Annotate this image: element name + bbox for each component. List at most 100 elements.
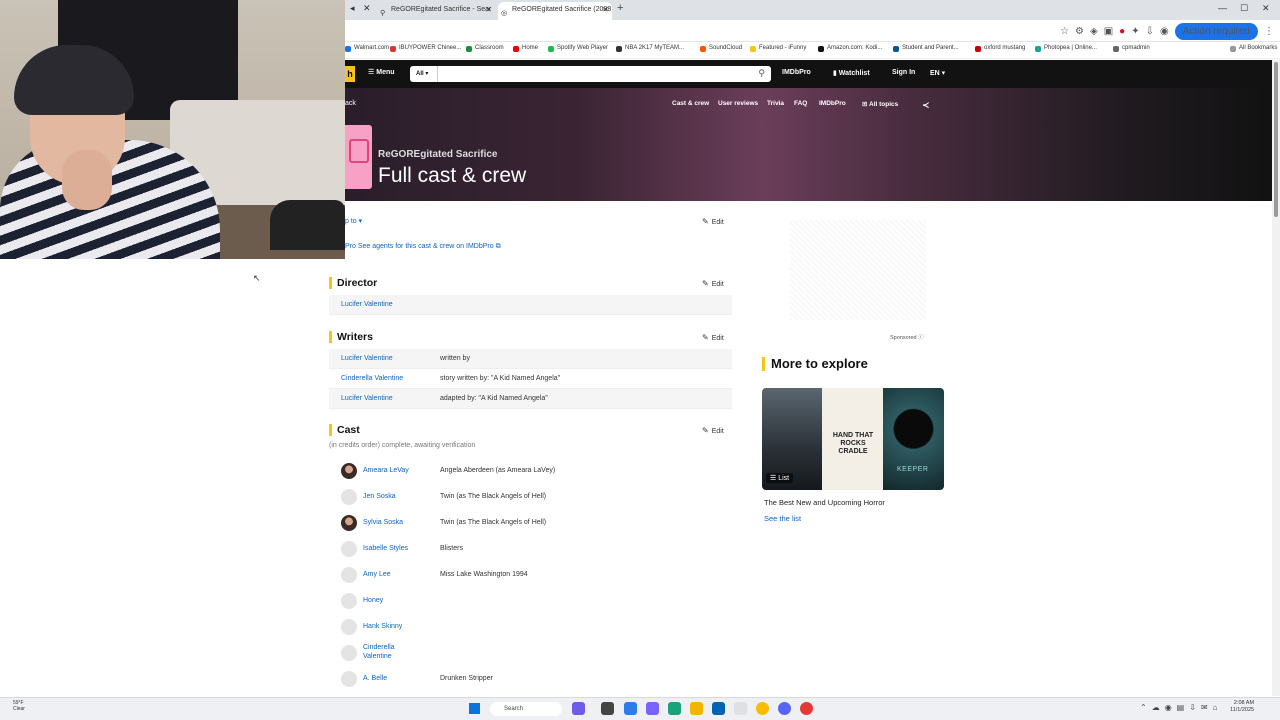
search-input[interactable]: All ▾ ⚲ bbox=[410, 66, 771, 82]
explore-caption[interactable]: The Best New and Upcoming Horror bbox=[764, 498, 885, 507]
language-select[interactable]: EN ▾ bbox=[930, 69, 945, 77]
pinterest-icon[interactable]: ● bbox=[1119, 26, 1125, 37]
cast-name-link[interactable]: Hank Skinny bbox=[363, 623, 402, 630]
cast-avatar[interactable] bbox=[341, 463, 357, 479]
bookmark-item[interactable]: Photopea | Online... bbox=[1035, 45, 1097, 52]
cast-name-link[interactable]: Sylvia Soska bbox=[363, 519, 403, 526]
subnav-trivia[interactable]: Trivia bbox=[767, 100, 784, 107]
bookmark-item[interactable]: Home bbox=[513, 45, 538, 52]
back-link[interactable]: ack bbox=[345, 100, 356, 107]
subnav-cast-crew[interactable]: Cast & crew bbox=[672, 100, 709, 107]
jump-to-select[interactable]: p to ▾ bbox=[345, 217, 362, 225]
cast-avatar[interactable] bbox=[341, 593, 357, 609]
subnav-faq[interactable]: FAQ bbox=[794, 100, 807, 107]
bookmark-item[interactable]: Spotify Web Player bbox=[548, 45, 608, 52]
cast-name-link[interactable]: Honey bbox=[363, 597, 383, 604]
action-required-button[interactable]: Action required bbox=[1174, 23, 1258, 40]
extension-icon[interactable]: ⚙ bbox=[1075, 26, 1084, 37]
share-icon[interactable]: ≺ bbox=[922, 100, 930, 111]
bookmark-item[interactable]: SoundCloud bbox=[700, 45, 742, 52]
sign-in-link[interactable]: Sign In bbox=[892, 69, 915, 76]
cast-avatar[interactable] bbox=[341, 489, 357, 505]
watchlist-button[interactable]: ▮ Watchlist bbox=[833, 69, 870, 77]
app-icon[interactable] bbox=[624, 702, 637, 715]
app-icon[interactable] bbox=[646, 702, 659, 715]
extensions-icon[interactable]: ✦ bbox=[1131, 26, 1139, 37]
shield-icon[interactable]: ◈ bbox=[1090, 26, 1098, 37]
subnav-imdbpro[interactable]: IMDbPro bbox=[819, 100, 846, 107]
tab-search-icon[interactable]: ◂ bbox=[350, 3, 355, 14]
app-icon[interactable] bbox=[712, 702, 725, 715]
subnav-user-reviews[interactable]: User reviews bbox=[718, 100, 758, 107]
bookmark-item[interactable]: Featured - iFunny bbox=[750, 45, 806, 52]
cast-avatar[interactable] bbox=[341, 515, 357, 531]
ad-placeholder[interactable] bbox=[790, 220, 926, 320]
movie-title-link[interactable]: ReGOREgitated Sacrifice bbox=[378, 149, 497, 160]
writer-name-link[interactable]: Cinderella Valentine bbox=[341, 375, 403, 382]
see-the-list-link[interactable]: See the list bbox=[764, 514, 801, 523]
windows-start-icon[interactable] bbox=[469, 703, 480, 714]
app-icon[interactable] bbox=[601, 702, 614, 715]
download-icon[interactable]: ⇩ bbox=[1146, 26, 1154, 37]
movie-poster[interactable] bbox=[345, 125, 372, 189]
puzzle-icon[interactable]: ▣ bbox=[1104, 26, 1113, 37]
cast-avatar[interactable] bbox=[341, 567, 357, 583]
bookmark-item[interactable]: Student and Parent... bbox=[893, 45, 959, 52]
bookmark-item[interactable]: IBUYPOWER Chinee... bbox=[390, 45, 461, 52]
cast-name-link[interactable]: Cinderella Valentine bbox=[363, 643, 423, 661]
cast-name-link[interactable]: Ameara LeVay bbox=[363, 467, 409, 474]
director-name-link[interactable]: Lucifer Valentine bbox=[341, 301, 393, 308]
scrollbar-thumb[interactable] bbox=[1274, 62, 1278, 217]
cast-avatar[interactable] bbox=[341, 619, 357, 635]
profile-icon[interactable]: ◉ bbox=[1160, 26, 1169, 37]
app-icon[interactable] bbox=[800, 702, 813, 715]
tab-search[interactable]: ⚲ ReGOREgitated Sacrifice - Sear ✕ bbox=[377, 2, 495, 20]
bookmark-item[interactable]: oxford mustang bbox=[975, 45, 1025, 52]
cast-name-link[interactable]: Amy Lee bbox=[363, 571, 391, 578]
edit-button[interactable]: ✎ Edit bbox=[702, 217, 724, 226]
folder-icon[interactable] bbox=[690, 702, 703, 715]
imdbpro-link[interactable]: IMDbPro bbox=[782, 69, 811, 76]
new-tab-button[interactable]: + bbox=[617, 2, 623, 14]
edit-cast-button[interactable]: ✎ Edit bbox=[702, 426, 724, 435]
menu-button[interactable]: ☰ Menu bbox=[368, 68, 395, 76]
tab-imdb[interactable]: ◎ ReGOREgitated Sacrifice (2008 ✕ bbox=[498, 2, 612, 20]
system-tray[interactable]: ⌃☁◉▤⇩✉⌂ bbox=[1140, 703, 1222, 712]
cast-name-link[interactable]: A. Belle bbox=[363, 675, 387, 682]
writer-name-link[interactable]: Lucifer Valentine bbox=[341, 355, 393, 362]
clock[interactable]: 2:08 AM 11/1/2025 bbox=[1230, 700, 1254, 714]
cast-avatar[interactable] bbox=[341, 671, 357, 687]
info-icon[interactable]: ⓘ bbox=[918, 335, 924, 341]
imdb-logo[interactable]: h bbox=[345, 66, 355, 82]
cast-name-link[interactable]: Isabelle Styles bbox=[363, 545, 408, 552]
bookmark-item[interactable]: Walmart.com bbox=[345, 45, 389, 52]
app-icon[interactable] bbox=[668, 702, 681, 715]
bookmark-item[interactable]: Amazon.com: Kodi... bbox=[818, 45, 882, 52]
cast-name-link[interactable]: Jen Soska bbox=[363, 493, 396, 500]
edit-director-button[interactable]: ✎ Edit bbox=[702, 279, 724, 288]
cast-avatar[interactable] bbox=[341, 645, 357, 661]
menu-dots-icon[interactable]: ⋮ bbox=[1264, 26, 1274, 37]
close-icon[interactable]: ✕ bbox=[363, 3, 371, 14]
weather-widget[interactable]: 59°F Clear bbox=[13, 700, 25, 712]
star-icon[interactable]: ☆ bbox=[1060, 26, 1069, 37]
discord-icon[interactable] bbox=[778, 702, 791, 715]
bookmark-item[interactable]: All Bookmarks bbox=[1230, 45, 1277, 52]
writer-name-link[interactable]: Lucifer Valentine bbox=[341, 395, 393, 402]
imdbpro-agents-link[interactable]: Pro See agents for this cast & crew on I… bbox=[345, 243, 501, 251]
app-icon[interactable] bbox=[734, 702, 747, 715]
close-icon[interactable]: ✕ bbox=[602, 2, 609, 18]
taskbar-search[interactable]: Search bbox=[490, 702, 562, 716]
subnav-all-topics[interactable]: ⊞ All topics bbox=[862, 100, 898, 108]
search-icon[interactable]: ⚲ bbox=[758, 68, 765, 79]
chrome-icon[interactable] bbox=[756, 702, 769, 715]
edit-writers-button[interactable]: ✎ Edit bbox=[702, 333, 724, 342]
bookmark-item[interactable]: NBA 2K17 MyTEAM... bbox=[616, 45, 684, 52]
app-icon[interactable] bbox=[572, 702, 585, 715]
bookmark-item[interactable]: Classroom bbox=[466, 45, 504, 52]
maximize-button[interactable]: ☐ bbox=[1240, 3, 1248, 14]
bookmark-item[interactable]: cpmadmin bbox=[1113, 45, 1150, 52]
window-close-button[interactable]: ✕ bbox=[1262, 3, 1270, 14]
cast-avatar[interactable] bbox=[341, 541, 357, 557]
search-category-select[interactable]: All ▾ bbox=[410, 66, 438, 82]
